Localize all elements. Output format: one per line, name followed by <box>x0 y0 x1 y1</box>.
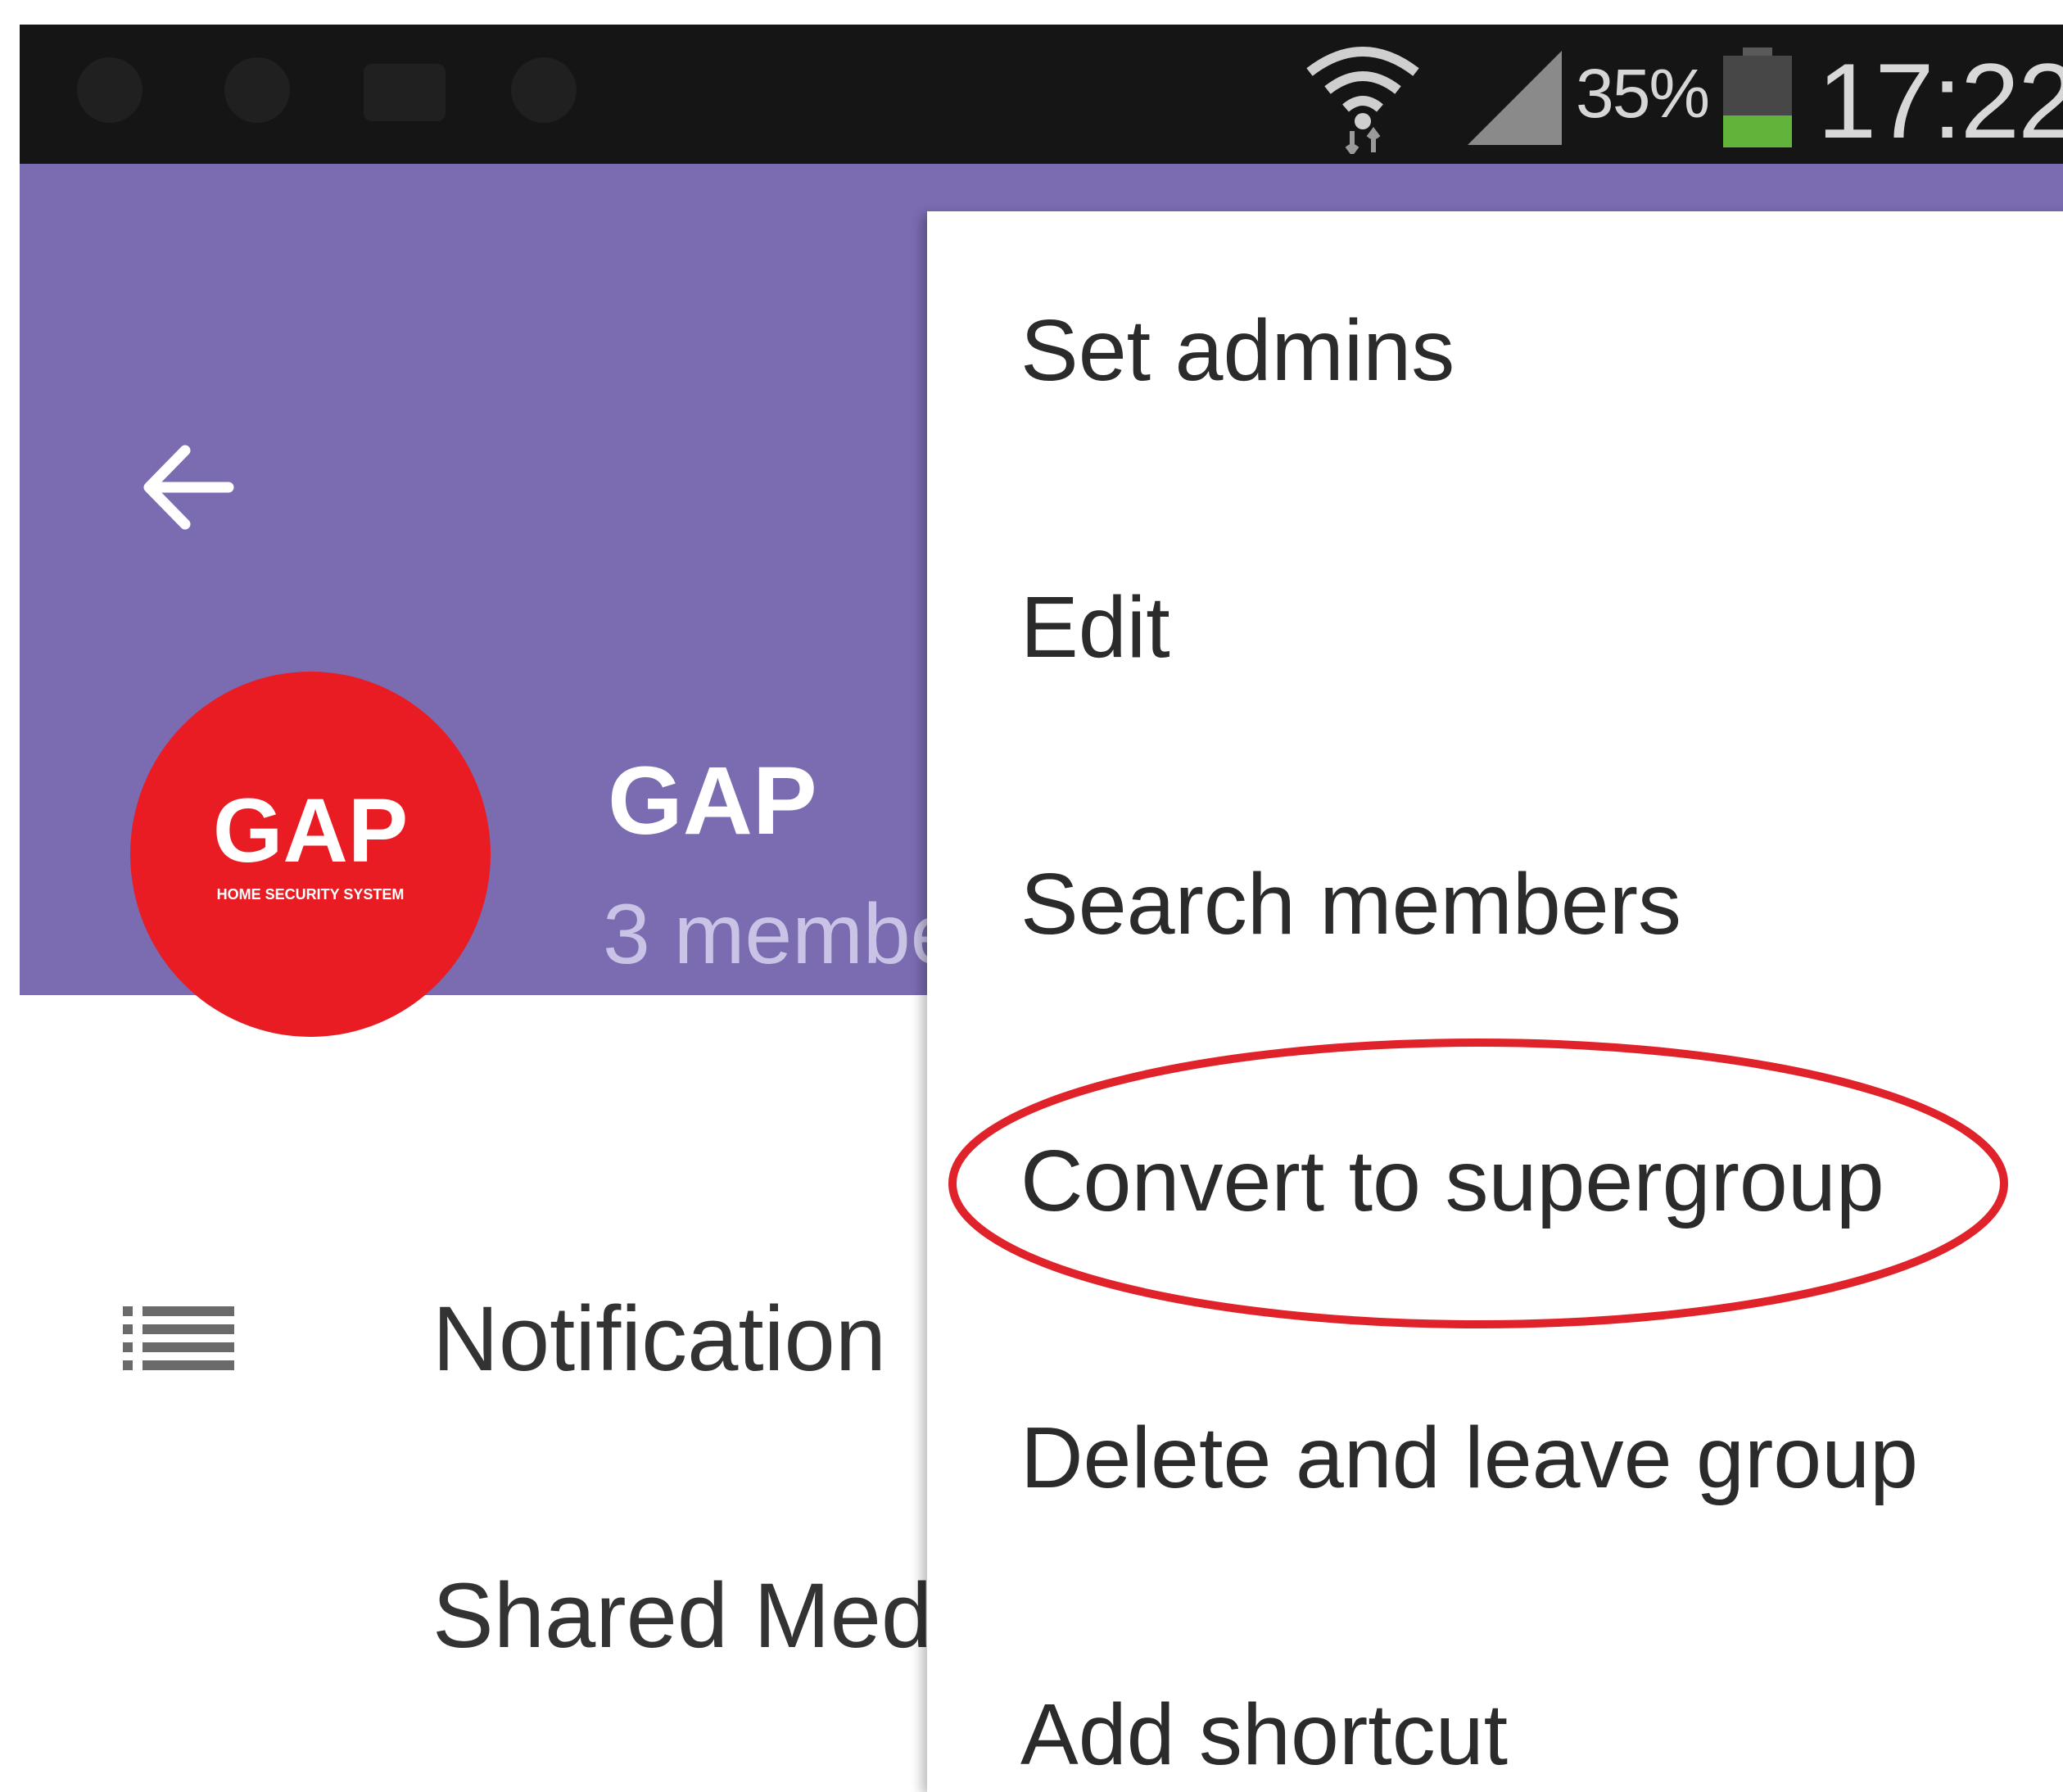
battery-icon <box>1723 48 1792 147</box>
menu-item-search-members[interactable]: Search members <box>1020 855 1681 954</box>
overflow-menu: Set admins Edit Search members Convert t… <box>927 211 2063 1792</box>
notification-ghost-icon <box>77 57 143 123</box>
back-arrow-icon[interactable] <box>126 426 249 549</box>
notifications-row[interactable]: Notification <box>432 1286 886 1392</box>
wifi-icon <box>1306 47 1419 154</box>
group-avatar[interactable]: GAP HOME SECURITY SYSTEM <box>130 672 491 1037</box>
notification-ghost-icon <box>224 57 290 123</box>
menu-item-set-admins[interactable]: Set admins <box>1020 301 1455 400</box>
notification-ghost-icon <box>511 57 577 123</box>
member-count: 3 membe <box>603 887 958 982</box>
signal-icon <box>1468 51 1562 145</box>
svg-text:HOME SECURITY SYSTEM: HOME SECURITY SYSTEM <box>217 886 405 903</box>
group-name: GAP <box>608 747 817 855</box>
status-bar: 35% 17:22 <box>20 25 2063 164</box>
svg-text:GAP: GAP <box>213 781 408 881</box>
list-icon <box>123 1306 234 1370</box>
shared-media-row[interactable]: Shared Med <box>432 1563 932 1668</box>
battery-percent: 35% <box>1576 55 1710 132</box>
gap-logo: GAP HOME SECURITY SYSTEM <box>213 781 408 903</box>
menu-item-edit[interactable]: Edit <box>1020 578 1170 677</box>
menu-item-add-shortcut[interactable]: Add shortcut <box>1020 1686 1508 1785</box>
highlight-ellipse <box>948 1039 2008 1328</box>
notification-ghost-icon <box>364 64 446 121</box>
menu-item-delete-and-leave-group[interactable]: Delete and leave group <box>1020 1409 1918 1508</box>
clock: 17:22 <box>1817 41 2063 161</box>
